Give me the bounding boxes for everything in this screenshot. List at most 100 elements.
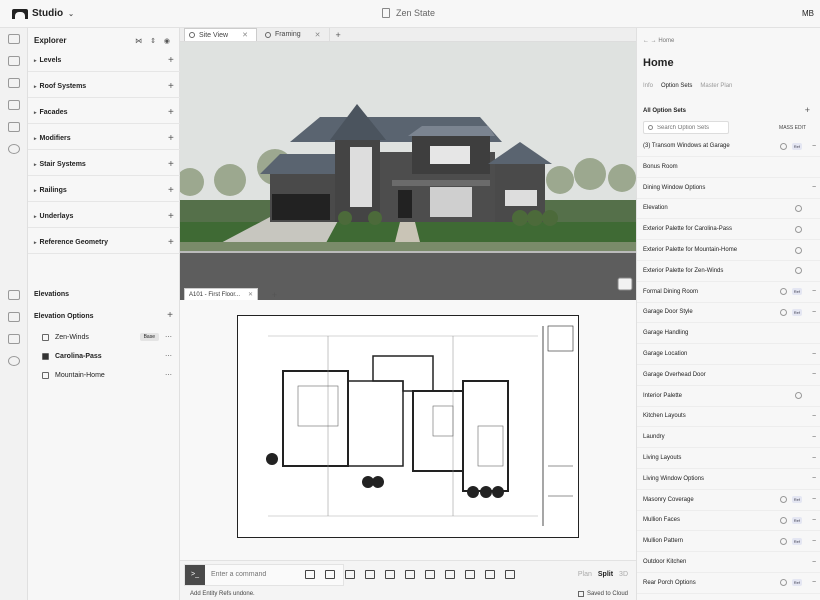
mode-split[interactable]: Split: [598, 571, 613, 578]
minus-icon[interactable]: −: [807, 455, 820, 462]
door-tool-icon[interactable]: [465, 570, 475, 579]
more-icon[interactable]: ⋯: [165, 333, 172, 341]
edit-tool-icon[interactable]: [405, 570, 415, 579]
explorer-toolbar-icons[interactable]: ⋈ ⇕ ◉: [135, 37, 173, 45]
plus-icon[interactable]: +: [168, 107, 180, 118]
chevron-right-icon[interactable]: ▸: [34, 240, 37, 246]
elevations-icon[interactable]: [8, 290, 20, 300]
palette-icon[interactable]: [8, 334, 20, 344]
info-icon[interactable]: [795, 204, 802, 212]
app-menu[interactable]: Studio ⌄: [12, 8, 74, 19]
minus-icon[interactable]: −: [807, 579, 820, 586]
plus-icon[interactable]: +: [168, 133, 180, 144]
person-icon[interactable]: [8, 356, 20, 366]
plus-icon[interactable]: +: [168, 81, 180, 92]
minus-icon[interactable]: −: [807, 434, 820, 441]
wall-tool-icon[interactable]: [365, 570, 375, 579]
chevron-right-icon[interactable]: ▸: [34, 84, 37, 90]
comments-icon[interactable]: [8, 100, 20, 110]
house-icon[interactable]: [8, 312, 20, 322]
plus-icon[interactable]: +: [168, 55, 180, 66]
explorer-icon[interactable]: [8, 34, 20, 44]
option-set-row[interactable]: Exterior Palette for Zen-Winds: [637, 261, 820, 282]
drawing-viewport[interactable]: A101 - First Floor... ✕ +: [180, 288, 636, 560]
dimension-tool-icon[interactable]: [345, 570, 355, 579]
chevron-right-icon[interactable]: ▸: [34, 162, 37, 168]
elevation-item[interactable]: Mountain-Home ⋯: [28, 366, 180, 384]
option-set-row[interactable]: Dining Window Options −: [637, 178, 820, 199]
explorer-group[interactable]: ▸ Underlays +: [28, 206, 180, 228]
breadcrumb-home[interactable]: Home: [658, 38, 674, 44]
copy-tool-icon[interactable]: [325, 570, 335, 579]
option-set-row[interactable]: Mullion Faces Ref −: [637, 510, 820, 532]
mode-3d[interactable]: 3D: [619, 571, 628, 578]
tab-master-plan[interactable]: Master Plan: [700, 83, 732, 89]
minus-icon[interactable]: −: [807, 288, 820, 295]
explorer-group[interactable]: ▸ Railings +: [28, 180, 180, 202]
close-icon[interactable]: ✕: [248, 291, 253, 298]
minus-icon[interactable]: −: [807, 143, 820, 150]
explorer-group[interactable]: ▸ Levels +: [28, 50, 180, 72]
room-tool-icon[interactable]: [425, 570, 435, 579]
minus-icon[interactable]: −: [807, 351, 820, 358]
info-icon[interactable]: [779, 537, 787, 545]
option-set-row[interactable]: Bonus Room: [637, 157, 820, 178]
option-set-row[interactable]: Rear Porch Options Ref −: [637, 573, 820, 594]
option-set-row[interactable]: Kitchen Layouts −: [637, 406, 820, 428]
minus-icon[interactable]: −: [807, 517, 820, 524]
minus-icon[interactable]: −: [807, 309, 820, 316]
option-set-row[interactable]: Living Window Options −: [637, 469, 820, 490]
blocks-icon[interactable]: [8, 78, 20, 88]
site-view-3d[interactable]: [180, 42, 636, 300]
option-set-row[interactable]: Elevation: [637, 198, 820, 220]
user-avatar[interactable]: MB: [802, 9, 814, 18]
search-input[interactable]: [657, 124, 727, 131]
option-set-row[interactable]: Mullion Pattern Ref −: [637, 531, 820, 553]
layers-icon[interactable]: [8, 56, 20, 66]
window-tool-icon[interactable]: [485, 570, 495, 579]
info-icon[interactable]: [779, 142, 787, 150]
option-set-row[interactable]: Garage Door Style Ref −: [637, 302, 820, 324]
info-icon[interactable]: [779, 288, 787, 296]
close-icon[interactable]: ✕: [242, 31, 248, 39]
chevron-right-icon[interactable]: ▸: [34, 110, 37, 116]
chevron-right-icon[interactable]: ▸: [34, 136, 37, 142]
option-set-row[interactable]: Exterior Palette for Carolina-Pass: [637, 219, 820, 241]
minus-icon[interactable]: −: [807, 496, 820, 503]
elevation-item[interactable]: Zen-Winds Base ⋯: [28, 328, 180, 346]
info-icon[interactable]: [779, 308, 787, 316]
tab-option-sets[interactable]: Option Sets: [661, 83, 692, 89]
tab-site-view[interactable]: Site View ✕: [184, 28, 257, 41]
explorer-group[interactable]: ▸ Facades +: [28, 102, 180, 124]
option-set-row[interactable]: Exterior Palette for Mountain-Home: [637, 240, 820, 261]
explorer-group[interactable]: ▸ Reference Geometry +: [28, 232, 180, 254]
location-icon[interactable]: [8, 144, 20, 154]
info-icon[interactable]: [779, 516, 787, 524]
option-set-row[interactable]: Living Layouts −: [637, 448, 820, 469]
add-option-set-button[interactable]: +: [805, 105, 810, 115]
roof-tool-icon[interactable]: [445, 570, 455, 579]
stair-tool-icon[interactable]: [505, 570, 515, 579]
minus-icon[interactable]: −: [807, 371, 820, 378]
minus-icon[interactable]: −: [807, 413, 820, 420]
option-set-row[interactable]: (3) Transom Windows at Garage Ref −: [637, 136, 820, 157]
mode-plan[interactable]: Plan: [578, 571, 592, 578]
info-icon[interactable]: [795, 246, 802, 254]
option-set-row[interactable]: Garage Handling: [637, 323, 820, 345]
more-icon[interactable]: ⋯: [165, 371, 172, 379]
plus-icon[interactable]: +: [168, 237, 180, 248]
plus-icon[interactable]: +: [168, 185, 180, 196]
plus-icon[interactable]: +: [168, 159, 180, 170]
option-set-row[interactable]: Formal Dining Room Ref −: [637, 282, 820, 303]
option-set-row[interactable]: Outdoor Kitchen −: [637, 552, 820, 573]
minus-icon[interactable]: −: [807, 475, 820, 482]
document-title[interactable]: Zen State: [382, 8, 435, 18]
explorer-group[interactable]: ▸ Modifiers +: [28, 128, 180, 150]
option-set-row[interactable]: Laundry −: [637, 427, 820, 449]
option-set-row[interactable]: Garage Overhead Door −: [637, 365, 820, 386]
info-icon[interactable]: [779, 496, 787, 504]
add-tab-button[interactable]: +: [336, 28, 341, 41]
option-set-row[interactable]: Masonry Coverage Ref −: [637, 490, 820, 511]
minus-icon[interactable]: −: [807, 538, 820, 545]
chevron-right-icon[interactable]: ▸: [34, 188, 37, 194]
